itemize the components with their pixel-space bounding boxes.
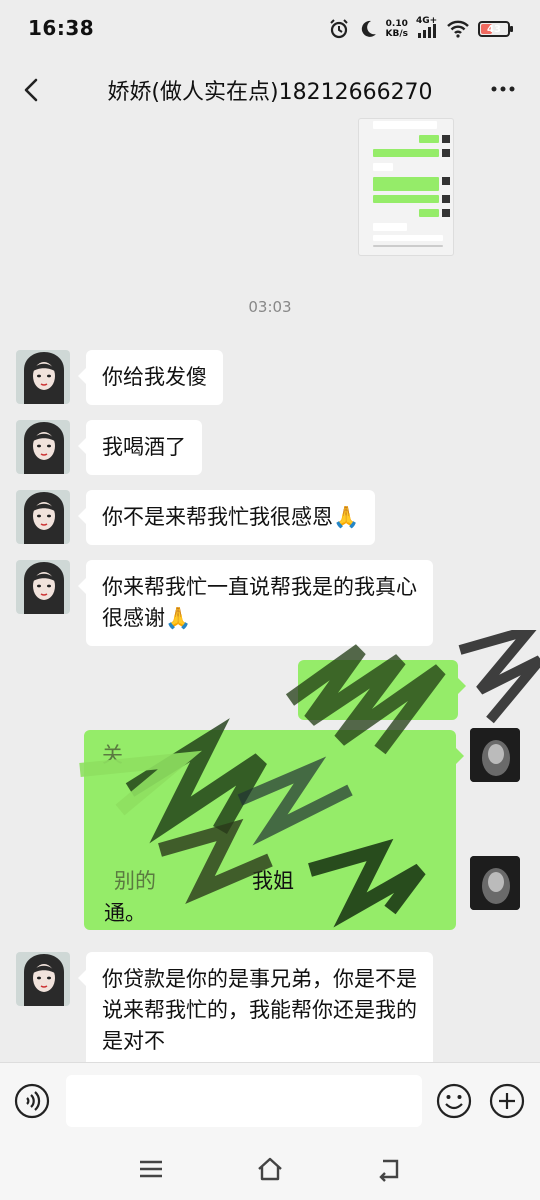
- signal-icon: 4G+: [416, 16, 438, 40]
- chat-title: 娇娇(做人实在点)18212666270: [107, 80, 433, 105]
- home-icon[interactable]: [255, 1154, 285, 1184]
- plus-icon[interactable]: [489, 1083, 525, 1119]
- input-bar: [0, 1062, 540, 1140]
- message-bubble[interactable]: 你不是来帮我忙我很感恩🙏: [77, 490, 376, 545]
- contact-avatar[interactable]: [16, 952, 70, 1006]
- avatar-image: [16, 350, 70, 404]
- avatar-image: [16, 490, 70, 544]
- message-bubble[interactable]: 我喝酒了: [78, 420, 202, 475]
- moon-icon: [361, 20, 376, 37]
- self-avatar[interactable]: [470, 728, 520, 782]
- back-icon[interactable]: [375, 1154, 405, 1184]
- chevron-left-icon[interactable]: [18, 72, 48, 108]
- chat-header: 娇娇(做人实在点)18212666270: [0, 58, 540, 122]
- time-separator: 03:03: [248, 298, 292, 316]
- status-bar: 16:38 0.10 KB/s 4G+ 43: [0, 0, 540, 58]
- net-speed: 0.10 KB/s: [385, 19, 408, 39]
- status-time: 16:38: [28, 16, 95, 40]
- contact-avatar[interactable]: [16, 490, 70, 544]
- more-dots-icon[interactable]: [488, 74, 518, 104]
- battery-icon: 43: [478, 21, 513, 37]
- avatar-image: [16, 952, 70, 1006]
- contact-avatar[interactable]: [16, 420, 70, 474]
- avatar-image: [16, 560, 70, 614]
- message-bubble[interactable]: 你给我发傻: [78, 350, 223, 405]
- status-icons: 0.10 KB/s 4G+ 43: [328, 16, 513, 42]
- avatar-image: [16, 420, 70, 474]
- redaction-scribble: [79, 630, 540, 928]
- contact-avatar[interactable]: [16, 560, 70, 614]
- system-nav-bar: [0, 1140, 540, 1200]
- screenshot-image-message[interactable]: [358, 118, 454, 256]
- alarm-icon: [329, 19, 348, 39]
- message-bubble[interactable]: 你贷款是你的是事兄弟，你是不是 说来帮我忙的，我能帮你还是我的 是对不: [78, 952, 433, 1069]
- voice-icon[interactable]: [14, 1083, 50, 1119]
- avatar-image: [470, 856, 520, 910]
- message-input[interactable]: [66, 1075, 422, 1127]
- avatar-image: [470, 728, 520, 782]
- self-avatar[interactable]: [470, 856, 520, 910]
- emoji-icon[interactable]: [436, 1083, 472, 1119]
- contact-avatar[interactable]: [16, 350, 70, 404]
- wifi-icon: [447, 20, 469, 38]
- menu-icon[interactable]: [136, 1154, 166, 1184]
